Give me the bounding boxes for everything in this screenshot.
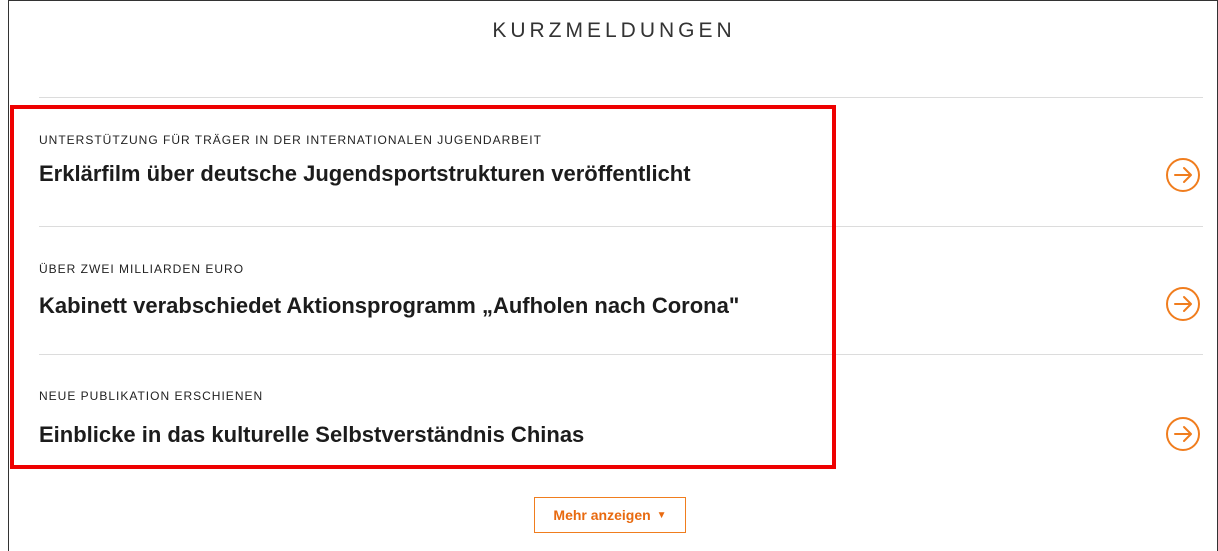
news-item-headline[interactable]: Erklärfilm über deutsche Jugendsportstru… xyxy=(39,161,691,187)
news-item-headline[interactable]: Kabinett verabschiedet Aktionsprogramm „… xyxy=(39,293,739,319)
divider xyxy=(39,226,1203,227)
news-item-headline[interactable]: Einblicke in das kulturelle Selbstverstä… xyxy=(39,422,584,448)
arrow-right-circle-icon[interactable] xyxy=(1165,416,1201,452)
news-item-kicker: NEUE PUBLIKATION ERSCHIENEN xyxy=(39,389,264,403)
news-item-kicker: UNTERSTÜTZUNG FÜR TRÄGER IN DER INTERNAT… xyxy=(39,133,542,147)
caret-down-icon: ▼ xyxy=(656,509,667,521)
news-item-3[interactable]: NEUE PUBLIKATION ERSCHIENEN Einblicke in… xyxy=(39,374,1209,484)
show-more-button[interactable]: Mehr anzeigen ▼ xyxy=(534,497,686,533)
arrow-right-circle-icon[interactable] xyxy=(1165,157,1201,193)
divider xyxy=(39,97,1203,98)
news-item-kicker: ÜBER ZWEI MILLIARDEN EURO xyxy=(39,262,245,276)
divider xyxy=(39,354,1203,355)
news-item-1[interactable]: UNTERSTÜTZUNG FÜR TRÄGER IN DER INTERNAT… xyxy=(39,117,1209,227)
news-item-2[interactable]: ÜBER ZWEI MILLIARDEN EURO Kabinett verab… xyxy=(39,246,1209,356)
show-more-label: Mehr anzeigen xyxy=(553,507,651,523)
section-title: KURZMELDUNGEN xyxy=(492,19,736,42)
news-panel: KURZMELDUNGEN UNTERSTÜTZUNG FÜR TRÄGER I… xyxy=(8,0,1218,551)
arrow-right-circle-icon[interactable] xyxy=(1165,286,1201,322)
